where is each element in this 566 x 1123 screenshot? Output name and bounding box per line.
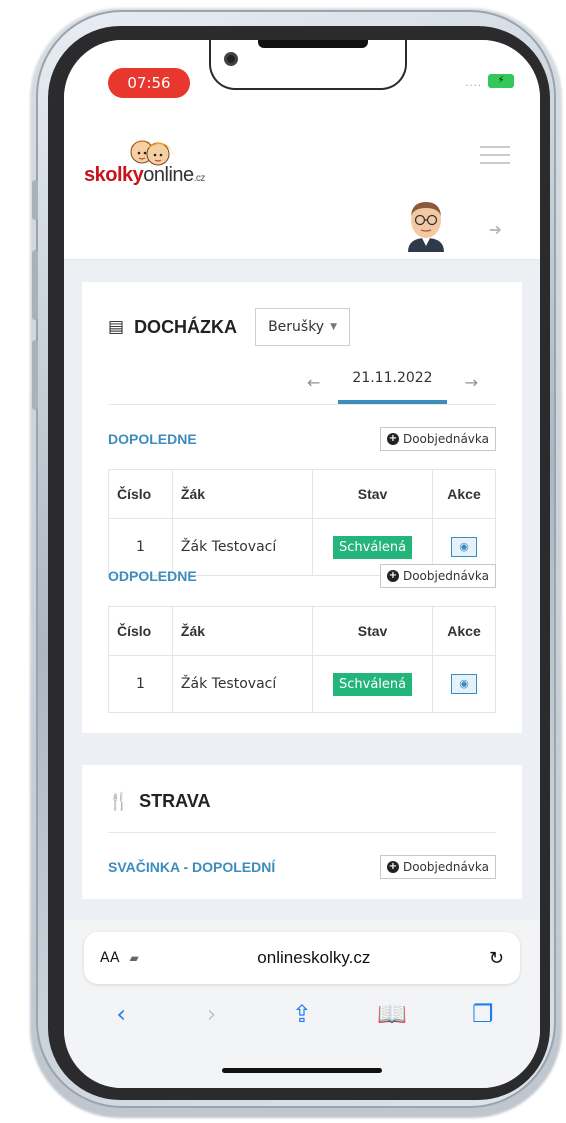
logo-online: online bbox=[143, 164, 194, 186]
table-header-row: Číslo Žák Stav Akce bbox=[108, 606, 496, 656]
logo-cz: .cz bbox=[193, 173, 206, 184]
section-afternoon-header: ODPOLEDNE + Doobjednávka bbox=[108, 564, 496, 588]
home-indicator bbox=[222, 1068, 382, 1073]
arrow-left-icon[interactable]: ← bbox=[297, 365, 330, 400]
column-header-status: Stav bbox=[312, 606, 434, 656]
phone-screen: 07:56 .... ⚡ skolkyonline.cz ➜ ▤ DOCHÁZK… bbox=[64, 40, 540, 1088]
column-header-action: Akce bbox=[432, 606, 496, 656]
cell-number: 1 bbox=[108, 655, 173, 713]
logo-skolky: skolky bbox=[84, 164, 144, 186]
extra-order-label: Doobjednávka bbox=[402, 860, 489, 874]
side-button-volume-up bbox=[32, 250, 38, 320]
side-button-silent bbox=[32, 180, 38, 220]
meals-card: 🍴 STRAVA SVAČINKA - DOPOLEDNÍ + Doobjedn… bbox=[82, 765, 522, 899]
share-icon[interactable]: ⇪ bbox=[282, 1000, 322, 1028]
attendance-header: ▤ DOCHÁZKA Berušky ▼ bbox=[108, 308, 496, 346]
eye-icon[interactable]: ◉ bbox=[451, 537, 477, 557]
section-snack-title: SVAČINKA - DOPOLEDNÍ bbox=[108, 859, 276, 875]
column-header-student: Žák bbox=[171, 606, 314, 656]
status-badge: Schválená bbox=[332, 673, 413, 696]
date-tab[interactable]: 21.11.2022 bbox=[338, 360, 447, 404]
building-icon: ▤ bbox=[108, 317, 125, 337]
attendance-title: DOCHÁZKA bbox=[134, 316, 238, 337]
plus-circle-icon: + bbox=[386, 433, 399, 445]
extra-order-label: Doobjednávka bbox=[402, 569, 489, 583]
class-select[interactable]: Berušky ▼ bbox=[255, 308, 351, 346]
column-header-number: Číslo bbox=[108, 606, 173, 656]
main-content: ▤ DOCHÁZKA Berušky ▼ ← 21.11.2022 → DOPO… bbox=[64, 260, 540, 920]
status-bar: 07:56 .... ⚡ bbox=[64, 40, 540, 110]
address-bar[interactable]: AA ▰ onlineskolky.cz ↻ bbox=[84, 932, 520, 984]
column-header-action: Akce bbox=[432, 469, 496, 519]
extra-order-button[interactable]: + Doobjednávka bbox=[379, 427, 496, 451]
status-time: 07:56 bbox=[108, 68, 190, 98]
column-header-number: Číslo bbox=[108, 469, 173, 519]
extra-order-button[interactable]: + Doobjednávka bbox=[379, 855, 496, 879]
cell-student: Žák Testovací bbox=[171, 655, 314, 713]
status-badge: Schválená bbox=[332, 536, 413, 559]
column-header-student: Žák bbox=[171, 469, 314, 519]
section-afternoon-title: ODPOLEDNE bbox=[108, 568, 197, 584]
reload-icon[interactable]: ↻ bbox=[489, 948, 504, 969]
section-morning-title: DOPOLEDNE bbox=[108, 431, 197, 447]
section-morning-header: DOPOLEDNE + Doobjednávka bbox=[108, 427, 496, 451]
battery-icon: ⚡ bbox=[488, 74, 514, 88]
attendance-card: ▤ DOCHÁZKA Berušky ▼ ← 21.11.2022 → DOPO… bbox=[82, 282, 522, 733]
hamburger-icon[interactable] bbox=[480, 146, 510, 166]
sign-out-icon[interactable]: ➜ bbox=[489, 220, 502, 239]
table-header-row: Číslo Žák Stav Akce bbox=[108, 469, 496, 519]
browser-toolbar: ‹ › ⇪ 📖 ❐ bbox=[64, 1000, 540, 1028]
browser-bottom-bar: AA ▰ onlineskolky.cz ↻ ‹ › ⇪ 📖 ❐ bbox=[64, 920, 540, 1088]
date-nav: ← 21.11.2022 → bbox=[108, 360, 496, 405]
column-header-status: Stav bbox=[312, 469, 434, 519]
plus-circle-icon: + bbox=[386, 570, 399, 582]
signal-icon: .... bbox=[465, 78, 482, 89]
extra-order-label: Doobjednávka bbox=[402, 432, 489, 446]
cutlery-icon: 🍴 bbox=[108, 791, 130, 812]
meals-title: STRAVA bbox=[139, 791, 211, 811]
meals-header: 🍴 STRAVA bbox=[108, 791, 496, 833]
avatar[interactable] bbox=[404, 198, 448, 252]
arrow-right-icon[interactable]: → bbox=[455, 365, 488, 400]
extra-order-button[interactable]: + Doobjednávka bbox=[379, 564, 496, 588]
logo-text: skolkyonline.cz bbox=[84, 164, 205, 187]
cell-status: Schválená bbox=[312, 655, 434, 713]
logo-kids-icon bbox=[130, 140, 174, 166]
logo[interactable]: skolkyonline.cz bbox=[84, 132, 234, 192]
table-row: 1 Žák Testovací Schválená ◉ bbox=[108, 655, 496, 713]
extension-icon[interactable]: ▰ bbox=[130, 951, 139, 965]
back-icon[interactable]: ‹ bbox=[101, 1000, 141, 1028]
url-text[interactable]: onlineskolky.cz bbox=[139, 948, 489, 968]
notch-speaker bbox=[258, 40, 368, 48]
text-size-button[interactable]: AA bbox=[100, 950, 120, 966]
class-select-value: Berušky bbox=[268, 319, 325, 335]
cell-action: ◉ bbox=[432, 655, 496, 713]
section-snack-header: SVAČINKA - DOPOLEDNÍ + Doobjednávka bbox=[108, 855, 496, 879]
tabs-icon[interactable]: ❐ bbox=[463, 1000, 503, 1028]
attendance-table-afternoon: Číslo Žák Stav Akce 1 Žák Testovací Schv… bbox=[108, 606, 496, 713]
plus-circle-icon: + bbox=[386, 861, 399, 873]
chevron-down-icon: ▼ bbox=[330, 322, 338, 332]
app-header: skolkyonline.cz ➜ bbox=[64, 110, 540, 260]
camera-icon bbox=[224, 52, 238, 66]
side-button-volume-down bbox=[32, 340, 38, 410]
attendance-table-morning: Číslo Žák Stav Akce 1 Žák Testovací Schv… bbox=[108, 469, 496, 576]
forward-icon[interactable]: › bbox=[192, 1000, 232, 1028]
eye-icon[interactable]: ◉ bbox=[451, 674, 477, 694]
bookmarks-icon[interactable]: 📖 bbox=[372, 1000, 412, 1028]
